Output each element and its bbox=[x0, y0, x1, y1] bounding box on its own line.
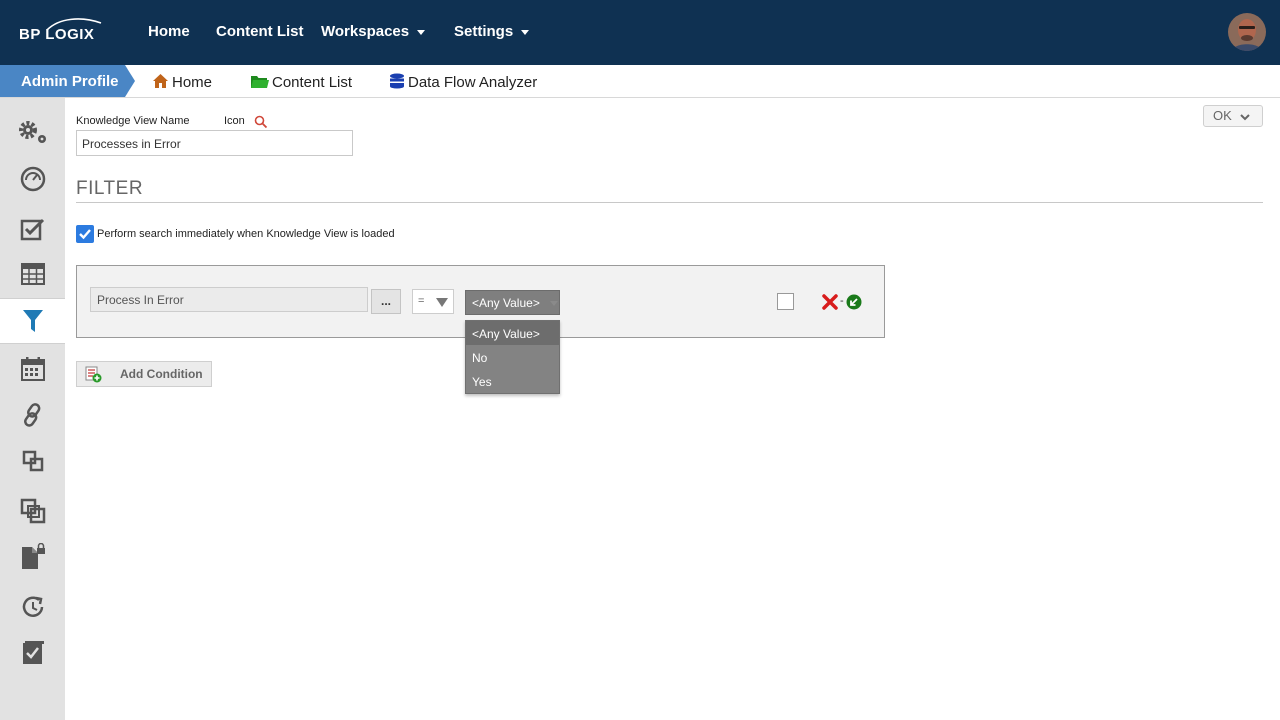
sidebar-item-locked-docs[interactable] bbox=[0, 534, 65, 580]
condition-row-checkbox[interactable] bbox=[777, 293, 794, 310]
knowledge-view-name-label: Knowledge View Name bbox=[76, 115, 190, 127]
perform-search-label: Perform search immediately when Knowledg… bbox=[97, 228, 395, 240]
sidebar-item-table[interactable] bbox=[0, 251, 65, 297]
nav-workspaces[interactable]: Workspaces bbox=[321, 23, 426, 43]
logo-text: BP LOGIX bbox=[19, 26, 95, 43]
sidebar-item-settings[interactable] bbox=[0, 109, 65, 155]
home-icon bbox=[152, 73, 169, 93]
sidebar-item-approvals[interactable] bbox=[0, 630, 65, 676]
operator-select[interactable]: = bbox=[412, 289, 454, 314]
ok-button[interactable]: OK bbox=[1203, 105, 1263, 127]
user-avatar[interactable] bbox=[1228, 13, 1266, 51]
chevron-down-icon bbox=[417, 29, 426, 35]
filter-icon bbox=[22, 310, 43, 332]
value-dropdown-menu: <Any Value> No Yes bbox=[465, 320, 560, 394]
filter-divider bbox=[76, 202, 1263, 203]
chevron-down-icon bbox=[521, 29, 530, 35]
value-select[interactable]: <Any Value> bbox=[465, 290, 560, 315]
sidebar-item-filter[interactable] bbox=[0, 298, 65, 344]
ok-button-label: OK bbox=[1213, 108, 1232, 123]
delete-condition-icon[interactable] bbox=[822, 294, 838, 315]
sidebar-item-layers[interactable] bbox=[0, 438, 65, 484]
database-icon bbox=[389, 73, 405, 93]
breadcrumb-data-flow-analyzer-label: Data Flow Analyzer bbox=[408, 74, 538, 91]
perform-search-checkbox[interactable] bbox=[76, 225, 94, 243]
sidebar-item-dashboard[interactable] bbox=[0, 156, 65, 202]
add-condition-label: Add Condition bbox=[120, 367, 203, 381]
dropdown-option-no[interactable]: No bbox=[466, 345, 559, 369]
condition-separator: - bbox=[840, 295, 844, 307]
filter-heading: FILTER bbox=[76, 178, 144, 199]
nav-settings-label: Settings bbox=[454, 23, 514, 40]
locked-document-icon bbox=[21, 543, 45, 569]
nav-home-label: Home bbox=[148, 23, 190, 40]
checklist-icon bbox=[20, 218, 44, 241]
nav-workspaces-label: Workspaces bbox=[321, 23, 410, 40]
breadcrumb: Admin Profile Home Content List Data Flo… bbox=[0, 65, 1280, 98]
breadcrumb-content-list-label: Content List bbox=[272, 74, 353, 91]
chevron-down-icon bbox=[1240, 114, 1250, 121]
dropdown-option-yes[interactable]: Yes bbox=[466, 369, 559, 393]
operator-value: = bbox=[418, 295, 425, 307]
knowledge-view-name-input[interactable]: Processes in Error bbox=[76, 130, 353, 156]
breadcrumb-home[interactable]: Home bbox=[152, 73, 212, 93]
dropdown-arrow-icon bbox=[436, 298, 448, 307]
breadcrumb-content-list[interactable]: Content List bbox=[250, 73, 352, 93]
nav-content-list[interactable]: Content List bbox=[216, 23, 304, 43]
top-navigation-bar: BP LOGIX Home Content List Workspaces Se… bbox=[0, 0, 1280, 65]
layers-icon bbox=[22, 450, 43, 472]
dropdown-option-any-value[interactable]: <Any Value> bbox=[466, 321, 559, 345]
table-icon bbox=[20, 263, 45, 285]
dashboard-gauge-icon bbox=[20, 166, 45, 192]
browse-field-button[interactable]: ... bbox=[371, 289, 401, 314]
add-condition-button[interactable]: Add Condition bbox=[76, 361, 212, 387]
sidebar-item-copy[interactable] bbox=[0, 488, 65, 534]
icon-label: Icon bbox=[224, 115, 245, 127]
user-avatar-icon bbox=[1228, 13, 1266, 51]
breadcrumb-data-flow-analyzer[interactable]: Data Flow Analyzer bbox=[389, 73, 537, 93]
nav-settings[interactable]: Settings bbox=[454, 23, 530, 43]
breadcrumb-admin-profile-label: Admin Profile bbox=[21, 73, 119, 90]
link-icon bbox=[23, 403, 40, 427]
refresh-clock-icon bbox=[22, 596, 43, 617]
gears-icon bbox=[18, 121, 46, 143]
nav-content-list-label: Content List bbox=[216, 23, 304, 40]
folder-icon bbox=[250, 73, 269, 93]
breadcrumb-home-label: Home bbox=[172, 74, 213, 91]
checkmark-icon bbox=[79, 229, 91, 240]
nav-home[interactable]: Home bbox=[148, 23, 190, 43]
breadcrumb-admin-profile[interactable]: Admin Profile bbox=[0, 65, 135, 97]
bp-logix-logo[interactable]: BP LOGIX bbox=[19, 17, 109, 49]
sidebar-item-tasks[interactable] bbox=[0, 206, 65, 252]
checked-clipboard-icon bbox=[22, 641, 44, 664]
nest-condition-icon[interactable] bbox=[846, 294, 862, 315]
add-condition-icon bbox=[85, 366, 102, 383]
calendar-icon bbox=[20, 357, 45, 381]
sidebar-item-calendar[interactable] bbox=[0, 346, 65, 392]
copy-icon bbox=[20, 498, 45, 524]
sidebar-item-history[interactable] bbox=[0, 584, 65, 630]
sidebar-item-links[interactable] bbox=[0, 392, 65, 438]
condition-field-input[interactable]: Process In Error bbox=[90, 287, 368, 312]
left-sidebar bbox=[0, 98, 65, 720]
